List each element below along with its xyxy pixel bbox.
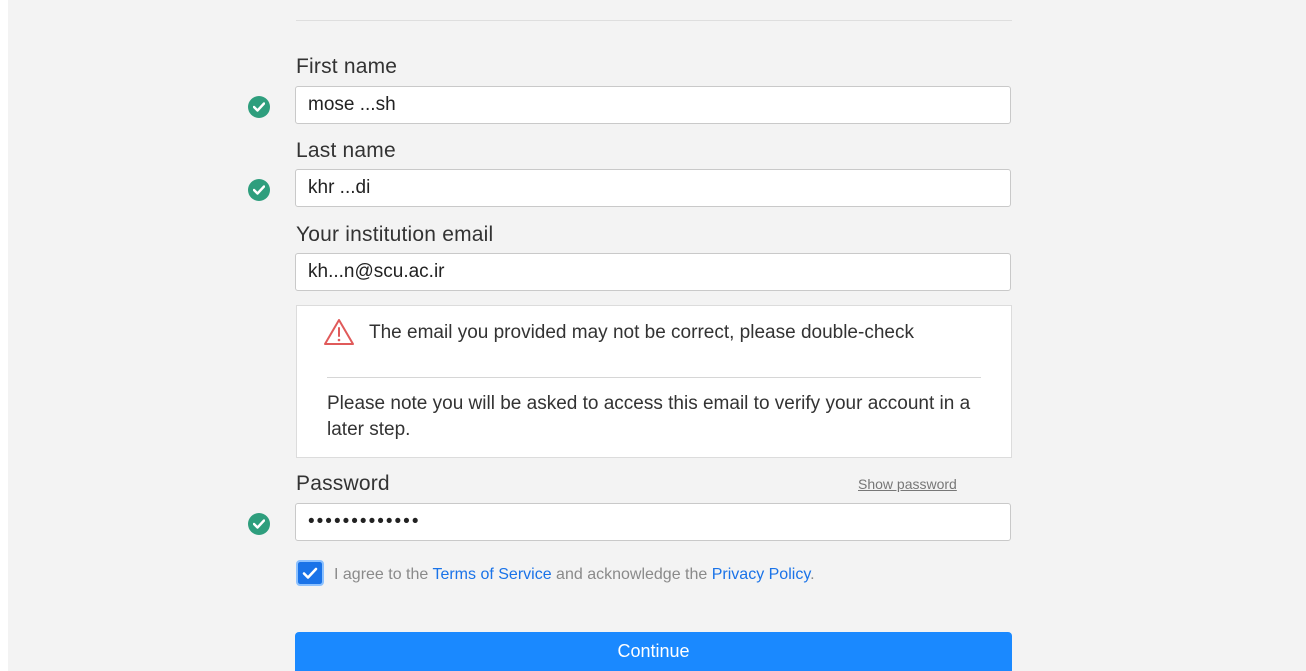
terms-of-service-link[interactable]: Terms of Service <box>432 566 551 583</box>
last-name-input[interactable] <box>295 169 1011 207</box>
password-label: Password <box>296 472 390 495</box>
email-label: Your institution email <box>296 223 494 246</box>
continue-button[interactable]: Continue <box>295 632 1012 671</box>
agree-text: I agree to the Terms of Service and ackn… <box>296 563 996 587</box>
last-name-label: Last name <box>296 139 396 162</box>
first-name-valid-icon <box>248 96 270 118</box>
email-info-text: Please note you will be asked to access … <box>327 393 971 440</box>
first-name-input[interactable] <box>295 86 1011 124</box>
email-warning-text: The email you provided may not be correc… <box>369 322 914 343</box>
show-password-link[interactable]: Show password <box>858 476 957 492</box>
last-name-valid-icon <box>248 179 270 201</box>
first-name-label: First name <box>296 55 398 78</box>
password-valid-icon <box>248 513 270 535</box>
top-divider <box>296 20 1012 21</box>
email-input[interactable] <box>295 253 1011 291</box>
agree-prefix: I agree to the <box>334 566 429 583</box>
agree-middle: and acknowledge the <box>556 566 708 583</box>
agree-suffix: . <box>810 566 815 583</box>
notice-divider <box>327 377 981 378</box>
email-notice: The email you provided may not be correc… <box>296 305 1012 458</box>
password-input[interactable] <box>295 503 1011 541</box>
privacy-policy-link[interactable]: Privacy Policy <box>712 566 810 583</box>
